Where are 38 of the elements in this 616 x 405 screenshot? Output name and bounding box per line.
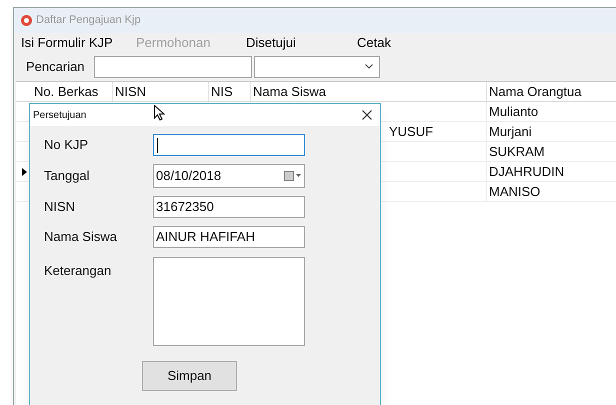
input-field[interactable] <box>153 134 305 156</box>
menu-item[interactable]: Isi Formulir KJP <box>21 33 136 53</box>
save-button[interactable]: Simpan <box>142 361 237 391</box>
table-cell-text: DJAHRUDIN <box>489 162 564 181</box>
search-label: Pencarian <box>26 58 86 76</box>
filter-dropdown[interactable] <box>254 56 380 78</box>
field-value: 08/10/2018 <box>156 167 222 186</box>
column-header[interactable]: NISN <box>113 82 209 101</box>
calendar-dropdown-icon[interactable] <box>284 171 302 181</box>
menu-item[interactable]: Cetak <box>357 33 391 53</box>
table-cell-text: Murjani <box>489 122 532 141</box>
field-value: AINUR HAFIFAH <box>156 228 256 246</box>
chevron-down-icon <box>365 64 373 69</box>
window-title: Daftar Pengajuan Kjp <box>36 13 141 28</box>
table-cell-text: YUSUF <box>389 122 434 141</box>
input-field[interactable] <box>153 257 305 346</box>
search-field[interactable] <box>94 56 252 78</box>
table-cell-text: MANISO <box>489 182 540 201</box>
dialog-title: Persetujuan <box>33 108 86 122</box>
table-cell-text: SUKRAM <box>489 142 545 161</box>
column-header[interactable]: Nama Orangtua <box>487 82 616 101</box>
menu-item[interactable]: Disetujui <box>246 33 357 53</box>
field-label: No KJP <box>44 136 90 154</box>
field-label: NISN <box>44 198 76 216</box>
input-field[interactable]: 31672350 <box>153 196 305 218</box>
field-label: Tanggal <box>44 167 91 186</box>
column-header[interactable]: NIS <box>209 82 251 101</box>
input-field[interactable]: AINUR HAFIFAH <box>153 226 305 248</box>
field-label: Nama Siswa <box>44 228 118 246</box>
column-header[interactable]: No. Berkas <box>32 82 113 101</box>
text-caret <box>157 138 158 152</box>
app-icon <box>21 15 32 26</box>
field-value: 31672350 <box>156 198 215 216</box>
table-cell-text: Mulianto <box>489 102 538 121</box>
close-icon[interactable] <box>362 110 372 120</box>
field-label: Keterangan <box>44 262 112 280</box>
date-picker[interactable]: 08/10/2018 <box>153 164 305 188</box>
column-header[interactable]: Nama Siswa <box>251 82 487 101</box>
